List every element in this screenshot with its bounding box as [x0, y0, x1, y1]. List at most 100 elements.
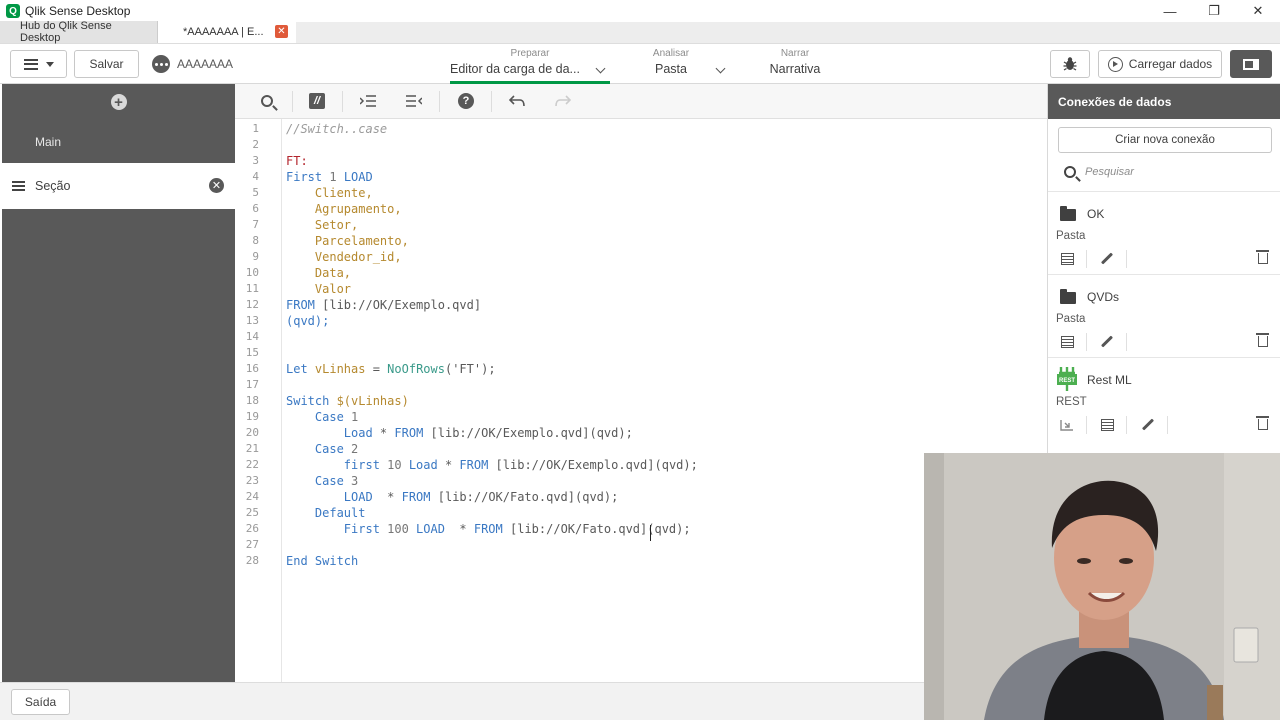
search-icon [1064, 166, 1076, 178]
line-number: 6 [252, 202, 259, 215]
app-name: AAAAAAA [177, 57, 234, 71]
save-button[interactable]: Salvar [74, 50, 139, 78]
close-window-button[interactable]: ✕ [1236, 0, 1280, 22]
analyze-chevron-down-icon[interactable] [715, 63, 726, 74]
function: NoOfRows [387, 362, 445, 376]
window-controls: — ❐ ✕ [1148, 0, 1280, 22]
comment-button[interactable]: // [308, 92, 326, 110]
connection-item[interactable]: OK Pasta [1048, 191, 1280, 274]
divider [1086, 250, 1087, 268]
operator: * [372, 490, 402, 504]
keyword: Case [286, 474, 344, 488]
drag-handle-icon[interactable] [12, 181, 25, 191]
keyword: Switch [286, 394, 330, 408]
line-number: 5 [252, 186, 259, 199]
edit-connection-button[interactable] [1140, 417, 1156, 432]
nav-narrate[interactable]: Narrar Narrativa [760, 48, 830, 76]
line-number: 27 [245, 538, 259, 551]
divider [491, 91, 492, 112]
help-button[interactable]: ? [457, 92, 475, 110]
maximize-button[interactable]: ❐ [1192, 0, 1236, 22]
tab-hub[interactable]: Hub do Qlik Sense Desktop [0, 20, 158, 44]
code-comment: //Switch..case [286, 122, 388, 136]
outdent-button[interactable] [405, 92, 423, 110]
edit-connection-button[interactable] [1099, 334, 1115, 349]
line-number: 22 [245, 458, 259, 471]
indent-button[interactable] [359, 92, 377, 110]
code-line: Case 3 [286, 474, 358, 488]
divider [439, 91, 440, 112]
line-number: 18 [245, 394, 259, 407]
undo-button[interactable] [508, 92, 526, 110]
tab-close-icon[interactable]: ✕ [275, 25, 288, 38]
line-number: 3 [252, 154, 259, 167]
delete-section-icon[interactable]: ✕ [209, 178, 224, 193]
load-data-button[interactable]: Carregar dados [1098, 50, 1222, 78]
folder-icon [1060, 206, 1076, 221]
delete-connection-button[interactable] [1255, 416, 1271, 432]
section-main[interactable]: Main [2, 120, 235, 163]
code-line: Case 2 [286, 442, 358, 456]
add-section-button[interactable]: + [2, 84, 235, 120]
connection-item[interactable]: REST Rest ML REST [1048, 357, 1280, 440]
connection-item[interactable]: QVDs Pasta [1048, 274, 1280, 357]
folder-icon [1060, 289, 1076, 304]
search-button[interactable] [258, 92, 276, 110]
toggle-panel-button[interactable] [1230, 50, 1272, 78]
outdent-icon [406, 95, 422, 107]
nav-prepare[interactable]: Preparar Editor da carga de da... [450, 48, 610, 84]
more-options-icon[interactable] [152, 55, 170, 73]
select-data-button[interactable] [1099, 417, 1115, 432]
delete-connection-button[interactable] [1255, 333, 1271, 349]
keyword: First [286, 170, 323, 184]
line-number: 28 [245, 554, 259, 567]
trash-icon [1256, 250, 1269, 264]
code-line: Agrupamento, [286, 202, 402, 216]
create-connection-button[interactable]: Criar nova conexão [1058, 127, 1272, 153]
select-data-button[interactable] [1059, 251, 1075, 266]
exit-button[interactable]: Saída [11, 689, 70, 715]
select-data-button[interactable] [1059, 334, 1075, 349]
code-line: End Switch [286, 554, 359, 568]
line-number: 24 [245, 490, 259, 503]
divider [1126, 250, 1127, 268]
insert-script-button[interactable] [1059, 417, 1075, 432]
line-number: 20 [245, 426, 259, 439]
line-number: 14 [245, 330, 259, 343]
number: 100 [379, 522, 417, 536]
line-number: 16 [245, 362, 259, 375]
debug-button[interactable] [1050, 50, 1090, 78]
line-number: 17 [245, 378, 259, 391]
connection-type: REST [1056, 396, 1087, 408]
code-line: First 1 LOAD [286, 170, 373, 184]
search-placeholder: Pesquisar [1085, 166, 1134, 178]
keyword: LOAD [286, 490, 373, 504]
edit-connection-button[interactable] [1099, 251, 1115, 266]
connection-actions [1048, 331, 1280, 353]
connection-search[interactable]: Pesquisar [1048, 153, 1280, 191]
keyword: First [286, 522, 380, 536]
table-icon [1060, 252, 1074, 265]
webcam-overlay [924, 453, 1280, 720]
line-number-gutter: 1 2 3 4 5 6 7 8 9 10 11 12 13 14 15 16 17 18 19 20 21 22 23 24 2… [235, 119, 282, 682]
divider [1086, 333, 1087, 351]
keyword: FROM [401, 490, 431, 504]
redo-icon [555, 95, 571, 107]
tab-app-editor[interactable]: *AAAAAAA | E... ✕ [158, 21, 296, 43]
global-menu-button[interactable] [10, 50, 67, 78]
nav-analyze[interactable]: Analisar Pasta [640, 48, 702, 76]
code-line: Switch $(vLinhas) [286, 394, 409, 408]
keyword: Case [286, 442, 344, 456]
operator: * [444, 522, 474, 536]
delete-connection-button[interactable] [1255, 250, 1271, 266]
path: [lib://OK/Exemplo.qvd](qvd); [423, 426, 633, 440]
minimize-button[interactable]: — [1148, 0, 1192, 22]
line-number: 23 [245, 474, 259, 487]
bug-icon [1063, 57, 1077, 71]
variable: vLinhas [307, 362, 366, 376]
code-line: //Switch..case [286, 122, 387, 136]
tab-app-editor-label: *AAAAAAA | E... [183, 26, 264, 38]
redo-button[interactable] [554, 92, 572, 110]
nav-narrate-label: Narrativa [769, 62, 821, 76]
section-secao[interactable]: Seção ✕ [2, 163, 235, 209]
